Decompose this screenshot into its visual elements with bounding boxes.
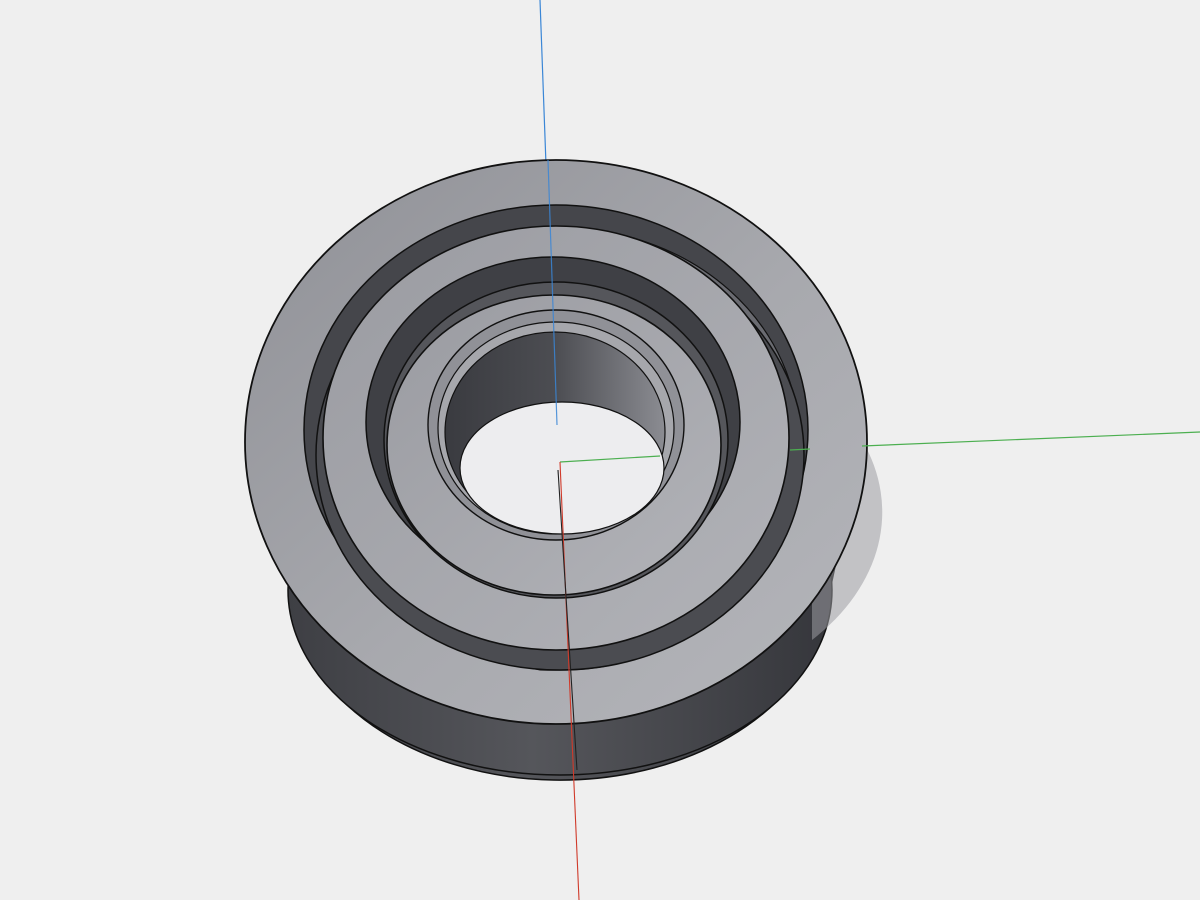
inner-ring[interactable] — [383, 281, 729, 599]
y-axis-line-outside — [861, 431, 1200, 447]
3d-viewport[interactable] — [0, 0, 1200, 900]
viewport-canvas[interactable] — [0, 0, 1200, 900]
